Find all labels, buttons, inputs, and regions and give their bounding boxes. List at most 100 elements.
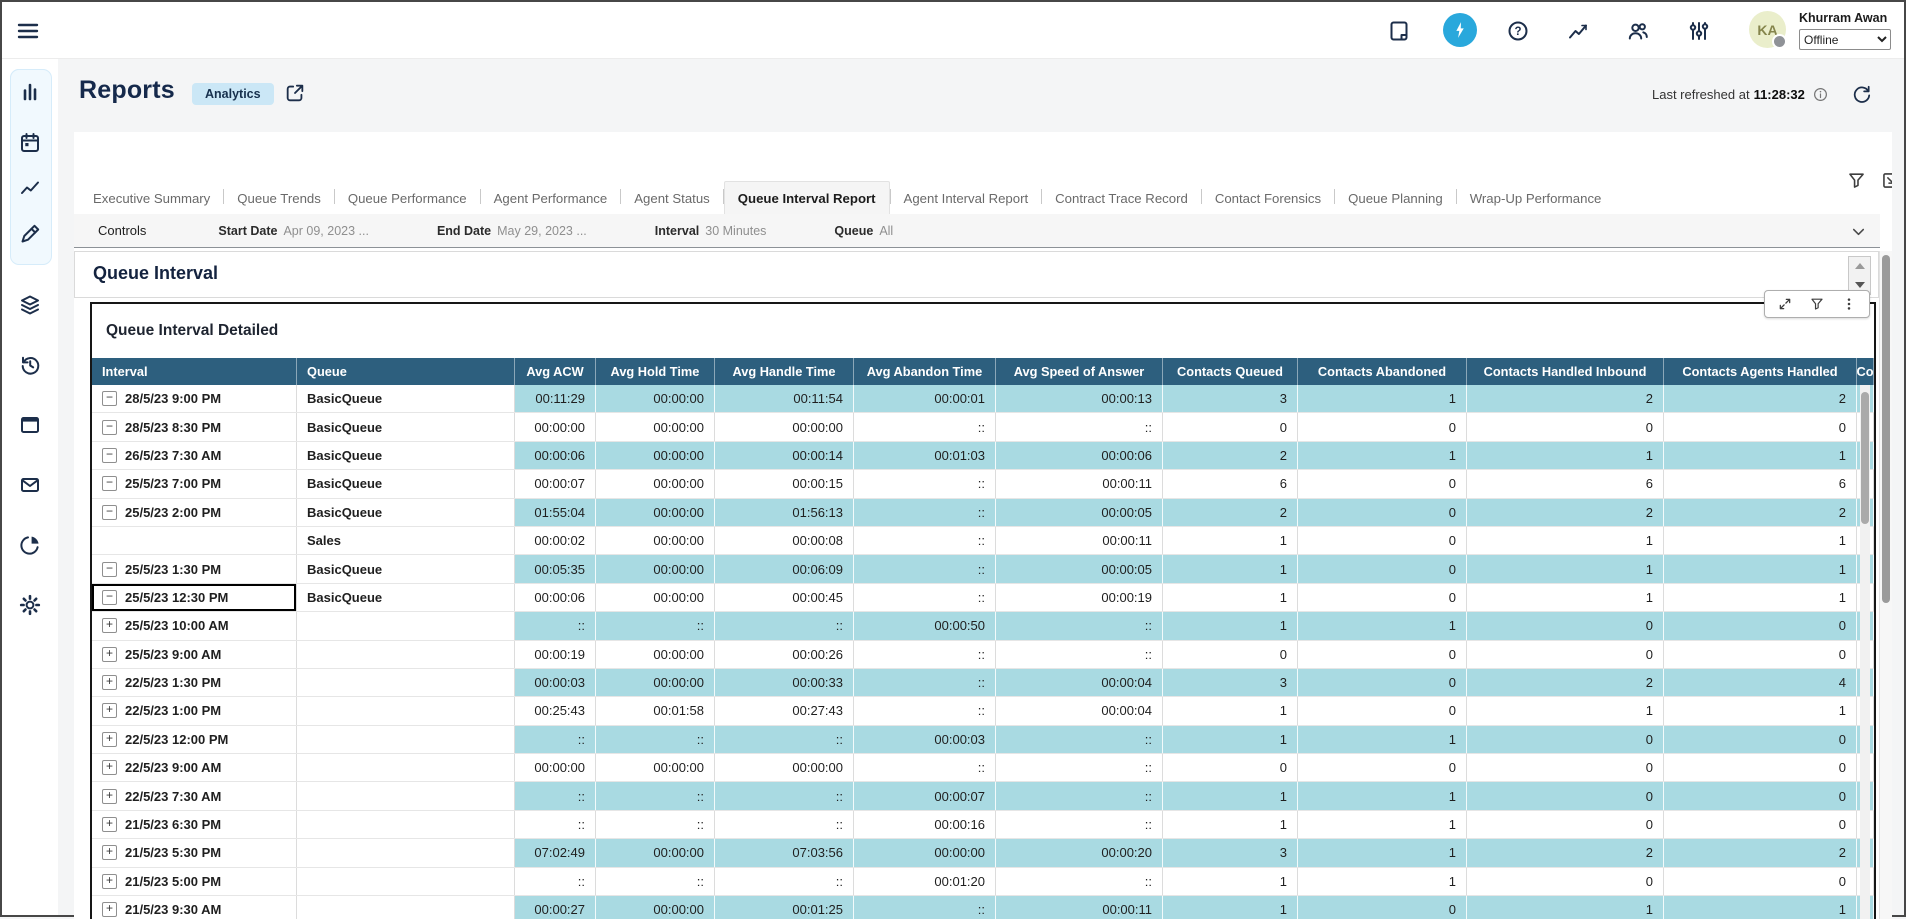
value-cell: 1 — [1163, 782, 1298, 809]
sidebar-item-history[interactable] — [18, 353, 42, 377]
column-header-contacts-agents-handled[interactable]: Contacts Agents Handled — [1664, 358, 1857, 385]
collapse-row-icon[interactable]: − — [102, 420, 117, 435]
focus-mode-icon[interactable] — [1777, 296, 1793, 312]
value-cell: 00:00:07 — [515, 470, 596, 497]
card-vertical-scrollbar[interactable] — [1879, 251, 1892, 919]
control-start-date[interactable]: Start DateApr 09, 2023 ... — [218, 224, 369, 238]
flash-icon — [1450, 20, 1470, 40]
notes-icon[interactable] — [1387, 19, 1411, 43]
card-scrollbar-thumb[interactable] — [1882, 255, 1890, 603]
expand-row-icon[interactable]: + — [102, 760, 117, 775]
column-header-interval[interactable]: Interval — [92, 358, 297, 385]
sidebar-item-line-chart[interactable] — [18, 176, 42, 200]
tab-contact-forensics[interactable]: Contact Forensics — [1202, 182, 1334, 214]
sliders-icon[interactable] — [1687, 19, 1711, 43]
sidebar-item-window[interactable] — [18, 413, 42, 437]
column-header-contacts-queued[interactable]: Contacts Queued — [1163, 358, 1298, 385]
value-cell: :: — [715, 811, 854, 838]
hamburger-menu-icon[interactable] — [16, 19, 40, 43]
tab-queue-interval-report[interactable]: Queue Interval Report — [724, 181, 890, 214]
collapse-row-icon[interactable]: − — [102, 391, 117, 406]
value-cell: 1 — [1298, 385, 1467, 412]
metrics-icon[interactable] — [1566, 19, 1590, 43]
external-link-icon[interactable] — [284, 82, 306, 104]
tab-queue-trends[interactable]: Queue Trends — [224, 182, 334, 214]
status-select[interactable]: Offline — [1799, 29, 1891, 50]
value-cell: 1 — [1163, 555, 1298, 582]
column-header-queue[interactable]: Queue — [297, 358, 515, 385]
expand-row-icon[interactable]: + — [102, 732, 117, 747]
value-cell: 1 — [1664, 584, 1857, 611]
collapse-row-icon[interactable]: − — [102, 505, 117, 520]
users-icon[interactable] — [1626, 19, 1650, 43]
expand-row-icon[interactable]: + — [102, 647, 117, 662]
control-interval[interactable]: Interval30 Minutes — [655, 224, 767, 238]
value-cell: :: — [515, 726, 596, 753]
value-cell: 07:02:49 — [515, 839, 596, 866]
expand-row-icon[interactable]: + — [102, 789, 117, 804]
chevron-down-icon[interactable] — [1849, 222, 1868, 241]
collapse-row-icon[interactable]: − — [102, 590, 117, 605]
column-header-avg-handle-time[interactable]: Avg Handle Time — [715, 358, 854, 385]
expand-row-icon[interactable]: + — [102, 845, 117, 860]
sidebar-item-bar-chart-active[interactable] — [18, 80, 42, 104]
value-cell: 0 — [1467, 754, 1664, 781]
collapse-row-icon[interactable]: − — [102, 562, 117, 577]
sidebar-item-pie-chart[interactable] — [18, 533, 42, 557]
sidebar-item-design[interactable] — [18, 222, 42, 246]
queue-cell — [297, 641, 515, 668]
filter-icon[interactable] — [1809, 296, 1825, 312]
flash-active-button[interactable] — [1443, 13, 1477, 47]
expand-row-icon[interactable]: + — [102, 874, 117, 889]
expand-row-icon[interactable]: + — [102, 703, 117, 718]
tab-executive-summary[interactable]: Executive Summary — [80, 182, 223, 214]
spinner-up-button[interactable] — [1849, 257, 1870, 276]
expand-row-icon[interactable]: + — [102, 902, 117, 917]
controls-label[interactable]: Controls — [98, 223, 146, 238]
avatar[interactable]: KA — [1749, 11, 1786, 48]
value-cell: 0 — [1298, 754, 1467, 781]
column-header-avg-abandon-time[interactable]: Avg Abandon Time — [854, 358, 996, 385]
more-options-icon[interactable] — [1841, 296, 1857, 312]
value-cell: 1 — [1298, 442, 1467, 469]
column-header-avg-acw[interactable]: Avg ACW — [515, 358, 596, 385]
column-header-avg-hold-time[interactable]: Avg Hold Time — [596, 358, 715, 385]
table-scrollbar-thumb[interactable] — [1861, 392, 1869, 524]
collapse-row-icon[interactable]: − — [102, 448, 117, 463]
column-header-contacts-handled-inbound[interactable]: Contacts Handled Inbound — [1467, 358, 1664, 385]
sidebar-item-mail[interactable] — [18, 473, 42, 497]
expand-row-icon[interactable]: + — [102, 675, 117, 690]
analytics-badge[interactable]: Analytics — [192, 83, 274, 105]
sidebar-item-calendar[interactable] — [18, 131, 42, 155]
info-icon[interactable] — [1812, 86, 1829, 103]
expand-row-icon[interactable]: + — [102, 817, 117, 832]
value-cell: :: — [715, 726, 854, 753]
table-vertical-scrollbar[interactable] — [1860, 385, 1870, 919]
expand-row-icon[interactable]: + — [102, 618, 117, 633]
help-icon[interactable]: ? — [1506, 19, 1530, 43]
tab-queue-performance[interactable]: Queue Performance — [335, 182, 480, 214]
tab-contract-trace-record[interactable]: Contract Trace Record — [1042, 182, 1201, 214]
column-header-contacts-abandoned[interactable]: Contacts Abandoned — [1298, 358, 1467, 385]
queue-interval-section: Queue Interval — [74, 251, 1879, 298]
tab-agent-performance[interactable]: Agent Performance — [481, 182, 621, 214]
column-header-co[interactable]: Co — [1857, 358, 1874, 385]
interval-cell: −26/5/23 7:30 AM — [92, 442, 297, 469]
report-card: Executive SummaryQueue TrendsQueue Perfo… — [74, 132, 1892, 919]
report-expand-icon[interactable] — [1880, 170, 1892, 191]
collapse-row-icon[interactable]: − — [102, 476, 117, 491]
refresh-icon[interactable] — [1851, 84, 1872, 105]
control-end-date[interactable]: End DateMay 29, 2023 ... — [437, 224, 587, 238]
last-refreshed-label: Last refreshed at — [1652, 87, 1750, 102]
sidebar-item-layers[interactable] — [18, 293, 42, 317]
value-cell: 0 — [1298, 527, 1467, 554]
sidebar-item-gear[interactable] — [18, 593, 42, 617]
tab-wrap-up-performance[interactable]: Wrap-Up Performance — [1457, 182, 1615, 214]
report-tabs: Executive SummaryQueue TrendsQueue Perfo… — [74, 178, 1880, 215]
tab-agent-interval-report[interactable]: Agent Interval Report — [891, 182, 1042, 214]
control-queue[interactable]: QueueAll — [834, 224, 893, 238]
tab-agent-status[interactable]: Agent Status — [621, 182, 723, 214]
tab-queue-planning[interactable]: Queue Planning — [1335, 182, 1456, 214]
column-header-avg-speed-of-answer[interactable]: Avg Speed of Answer — [996, 358, 1163, 385]
value-cell: :: — [715, 782, 854, 809]
